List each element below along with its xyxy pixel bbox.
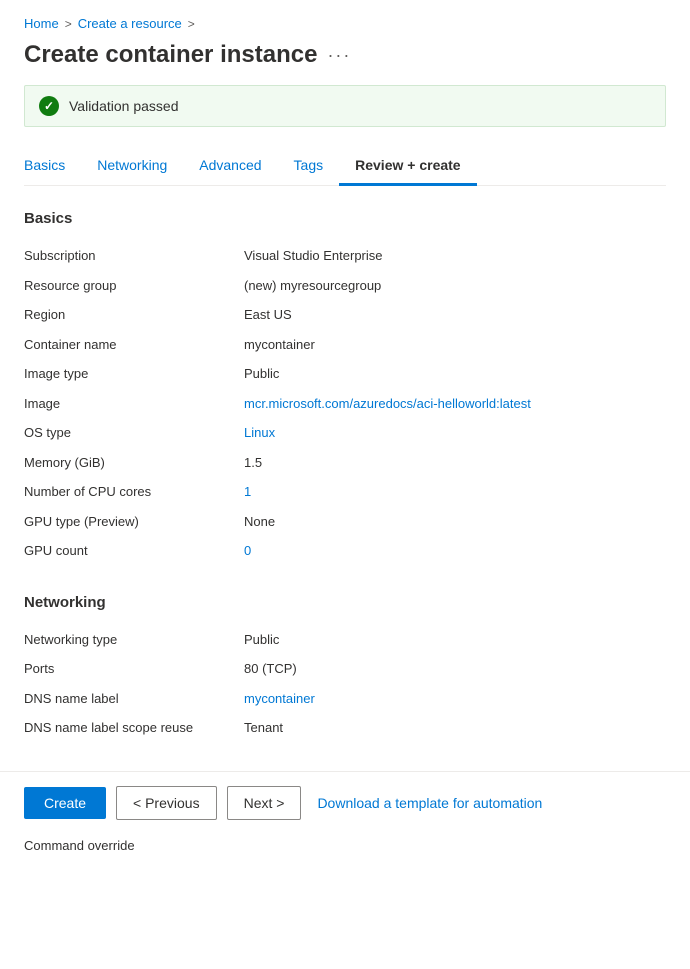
field-label-resource-group: Resource group [24, 276, 244, 296]
field-value-region: East US [244, 305, 666, 325]
field-ports: Ports 80 (TCP) [24, 654, 666, 684]
field-label-os-type: OS type [24, 423, 244, 443]
field-label-region: Region [24, 305, 244, 325]
field-label-subscription: Subscription [24, 246, 244, 266]
field-value-cpu-cores: 1 [244, 482, 666, 502]
field-value-networking-type: Public [244, 630, 666, 650]
tabs-container: Basics Networking Advanced Tags Review +… [24, 147, 666, 186]
field-subscription: Subscription Visual Studio Enterprise [24, 241, 666, 271]
breadcrumb-sep1: > [65, 17, 72, 31]
field-cpu-cores: Number of CPU cores 1 [24, 477, 666, 507]
more-options-icon[interactable]: ··· [327, 45, 351, 66]
breadcrumb: Home > Create a resource > [24, 16, 666, 31]
field-label-image: Image [24, 394, 244, 414]
field-label-gpu-type: GPU type (Preview) [24, 512, 244, 532]
field-networking-type: Networking type Public [24, 625, 666, 655]
field-value-dns-label: mycontainer [244, 689, 666, 709]
next-button[interactable]: Next > [227, 786, 302, 820]
content-area: Basics Subscription Visual Studio Enterp… [24, 210, 666, 969]
field-image: Image mcr.microsoft.com/azuredocs/aci-he… [24, 389, 666, 419]
tab-basics[interactable]: Basics [24, 147, 81, 186]
field-dns-label: DNS name label mycontainer [24, 684, 666, 714]
validation-banner: Validation passed [24, 85, 666, 127]
field-container-name: Container name mycontainer [24, 330, 666, 360]
field-gpu-count: GPU count 0 [24, 536, 666, 566]
field-label-networking-type: Networking type [24, 630, 244, 650]
field-value-dns-scope: Tenant [244, 718, 666, 738]
field-region: Region East US [24, 300, 666, 330]
page-title-row: Create container instance ··· [24, 41, 666, 69]
tab-advanced[interactable]: Advanced [183, 147, 277, 186]
tab-networking[interactable]: Networking [81, 147, 183, 186]
page-title: Create container instance [24, 41, 317, 69]
field-gpu-type: GPU type (Preview) None [24, 507, 666, 537]
footer-bar: Create < Previous Next > Download a temp… [0, 771, 690, 834]
section-networking-title: Networking [24, 594, 666, 611]
field-dns-scope: DNS name label scope reuse Tenant [24, 713, 666, 743]
automation-template-link[interactable]: Download a template for automation [317, 795, 542, 811]
field-value-ports: 80 (TCP) [244, 659, 666, 679]
create-button[interactable]: Create [24, 787, 106, 819]
section-basics-title: Basics [24, 210, 666, 227]
field-label-memory: Memory (GiB) [24, 453, 244, 473]
field-value-container-name: mycontainer [244, 335, 666, 355]
field-label-gpu-count: GPU count [24, 541, 244, 561]
field-resource-group: Resource group (new) myresourcegroup [24, 271, 666, 301]
field-image-type: Image type Public [24, 359, 666, 389]
field-value-gpu-count: 0 [244, 541, 666, 561]
breadcrumb-home[interactable]: Home [24, 16, 59, 31]
field-label-command-override: Command override [24, 836, 244, 856]
field-memory: Memory (GiB) 1.5 [24, 448, 666, 478]
section-basics: Basics Subscription Visual Studio Enterp… [24, 210, 666, 566]
field-label-dns-label: DNS name label [24, 689, 244, 709]
field-value-gpu-type: None [244, 512, 666, 532]
validation-text: Validation passed [69, 98, 178, 114]
field-label-image-type: Image type [24, 364, 244, 384]
field-os-type: OS type Linux [24, 418, 666, 448]
previous-button[interactable]: < Previous [116, 786, 217, 820]
field-value-subscription: Visual Studio Enterprise [244, 246, 666, 266]
breadcrumb-sep2: > [188, 17, 195, 31]
field-value-image-type: Public [244, 364, 666, 384]
field-value-os-type: Linux [244, 423, 666, 443]
field-value-image: mcr.microsoft.com/azuredocs/aci-hellowor… [244, 394, 666, 414]
field-label-dns-scope: DNS name label scope reuse [24, 718, 244, 738]
tab-review-create[interactable]: Review + create [339, 147, 476, 186]
field-command-override: Command override [24, 831, 666, 861]
field-label-cpu-cores: Number of CPU cores [24, 482, 244, 502]
tab-tags[interactable]: Tags [278, 147, 340, 186]
field-value-memory: 1.5 [244, 453, 666, 473]
field-value-command-override [244, 836, 666, 856]
breadcrumb-create-resource[interactable]: Create a resource [78, 16, 182, 31]
validation-check-icon [39, 96, 59, 116]
field-value-resource-group: (new) myresourcegroup [244, 276, 666, 296]
field-label-container-name: Container name [24, 335, 244, 355]
field-label-ports: Ports [24, 659, 244, 679]
section-networking: Networking Networking type Public Ports … [24, 594, 666, 743]
